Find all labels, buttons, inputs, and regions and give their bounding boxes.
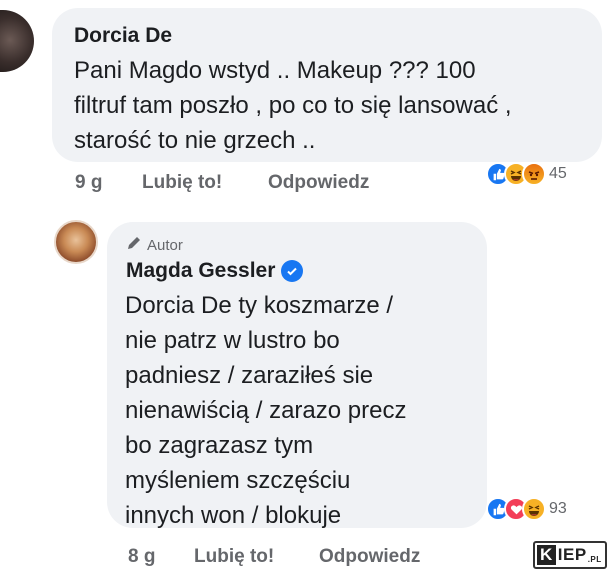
reply-actions: 8 g Lubię to! Odpowiedz <box>128 546 420 568</box>
comment-text: Pani Magdo wstyd .. Makeup ??? 100 filtr… <box>74 57 512 154</box>
reply-button[interactable]: Odpowiedz <box>268 172 369 194</box>
reply-reaction-count: 93 <box>549 500 567 517</box>
angry-icon <box>522 162 546 186</box>
author-badge: Autor <box>126 235 183 255</box>
like-button[interactable]: Lubię to! <box>142 172 268 194</box>
author-badge-label: Autor <box>147 236 183 254</box>
comment-actions: 9 g Lubię to! Odpowiedz <box>75 172 369 194</box>
previous-comment-avatar[interactable] <box>0 10 34 72</box>
comment-author-name[interactable]: Dorcia De <box>74 24 172 48</box>
haha-icon <box>522 497 546 521</box>
watermark-k: K <box>537 545 556 565</box>
kiep-watermark-logo: K IEP .PL <box>533 541 607 569</box>
watermark-suffix: .PL <box>587 555 602 564</box>
pencil-icon <box>126 235 142 255</box>
reply-timestamp[interactable]: 8 g <box>128 546 194 568</box>
reply-author-name[interactable]: Magda Gessler <box>126 259 275 283</box>
author-avatar[interactable] <box>54 220 98 264</box>
reply-text: Dorcia De ty koszmarze / nie patrz w lus… <box>125 292 407 529</box>
reaction-count: 45 <box>549 165 567 182</box>
reply-author: Magda Gessler <box>126 259 304 283</box>
comment-timestamp[interactable]: 9 g <box>75 172 142 194</box>
verified-badge-icon <box>281 260 304 282</box>
reply-like-button[interactable]: Lubię to! <box>194 546 319 568</box>
reply-reaction-summary[interactable]: 93 <box>486 497 567 521</box>
watermark-text: IEP <box>557 545 587 564</box>
reaction-summary[interactable]: 45 <box>486 162 567 186</box>
reply-reply-button[interactable]: Odpowiedz <box>319 546 420 568</box>
